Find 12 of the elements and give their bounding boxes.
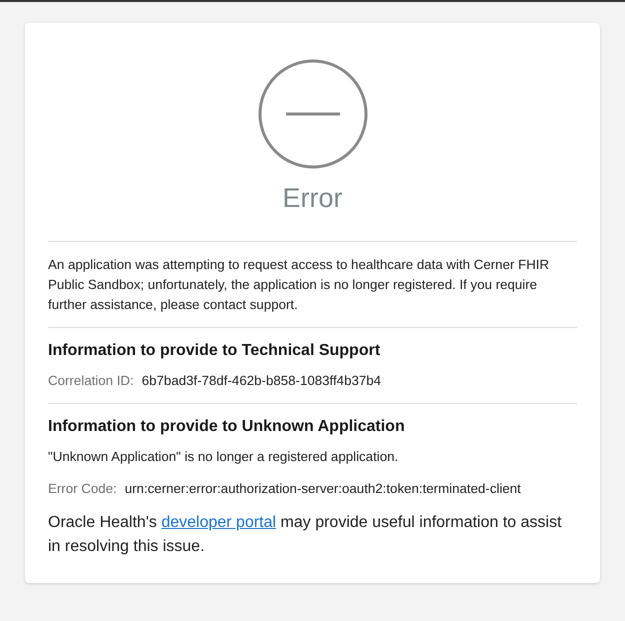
section-heading: Information to provide to Technical Support [48, 341, 382, 361]
note-text: "Unknown Application" is no longer a registered application. [48, 448, 398, 466]
field-label: Error Code: [48, 480, 117, 498]
field-label: Correlation ID: [48, 372, 134, 390]
help-text: Oracle Health's developer portal may provide useful information to assist in resolving this issue. [48, 513, 563, 557]
error-title: Error [282, 182, 342, 215]
field-value: 6b7bad3f-78df-462b-b858-1083ff4b37b4 [142, 372, 382, 390]
section-heading: Information to provide to Unknown Application [48, 417, 406, 437]
field-value: urn:cerner:error:authorization-server:oauth2:token:terminated-client [124, 480, 521, 498]
blocked-icon [258, 59, 368, 169]
developer-portal-link[interactable]: developer portal [161, 514, 276, 531]
error-message: An application was attempting to request access to healthcare data with Cerner FHIR Public Sandbox; unfortunately, the application is no longer registered. If you require further assistance, please contact support. [48, 256, 550, 314]
